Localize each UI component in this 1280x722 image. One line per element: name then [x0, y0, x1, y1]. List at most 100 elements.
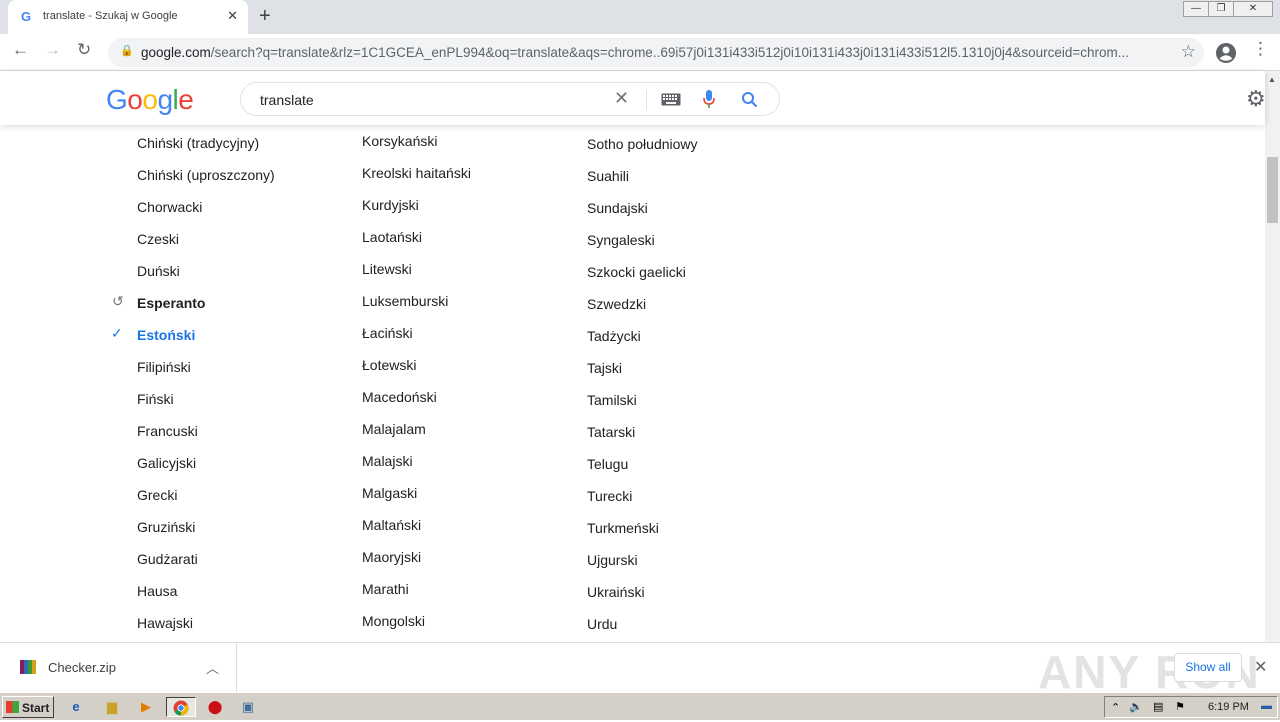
language-option[interactable]: Filipiński — [137, 359, 191, 375]
divider — [646, 90, 647, 110]
language-option[interactable]: Łaciński — [362, 325, 413, 341]
language-option[interactable]: Telugu — [587, 456, 628, 472]
language-option[interactable]: Duński — [137, 263, 180, 279]
close-download-bar-icon[interactable]: ✕ — [1254, 657, 1267, 677]
restore-button[interactable]: ❐ — [1208, 1, 1234, 17]
network-icon[interactable]: ▤ — [1153, 700, 1163, 713]
google-logo[interactable]: Google — [106, 84, 194, 116]
winrar-archive-icon — [20, 660, 36, 674]
scroll-up-arrow-icon[interactable]: ▲ — [1268, 75, 1276, 84]
opera-icon[interactable]: ⬤ — [203, 697, 227, 717]
language-option[interactable]: Malajski — [362, 453, 413, 469]
language-option[interactable]: Maltański — [362, 517, 421, 533]
language-option[interactable]: Urdu — [587, 616, 617, 632]
language-option[interactable]: Kreolski haitański — [362, 165, 471, 181]
volume-icon[interactable]: 🔈 — [1129, 700, 1143, 713]
language-option[interactable]: Macedoński — [362, 389, 437, 405]
language-option[interactable]: Chiński (uproszczony) — [137, 167, 275, 183]
language-option[interactable]: Litewski — [362, 261, 412, 277]
language-option[interactable]: Mongolski — [362, 613, 425, 629]
forward-arrow-icon[interactable]: → — [44, 40, 61, 60]
search-icon[interactable] — [741, 91, 758, 108]
language-option[interactable]: Francuski — [137, 423, 198, 439]
scrollbar-thumb[interactable] — [1267, 157, 1278, 223]
language-option[interactable]: Łotewski — [362, 357, 416, 373]
check-icon: ✓ — [111, 325, 123, 341]
folder-icon[interactable]: ▆ — [100, 697, 124, 717]
language-option[interactable]: Gruziński — [137, 519, 195, 535]
window-app-icon[interactable]: ▣ — [236, 697, 260, 717]
tab-title: translate - Szukaj w Google — [43, 10, 178, 22]
settings-gear-icon[interactable]: ⚙ — [1246, 86, 1266, 112]
language-option[interactable]: Luksemburski — [362, 293, 448, 309]
language-option[interactable]: Malajalam — [362, 421, 426, 437]
bookmark-star-icon[interactable]: ☆ — [1181, 42, 1196, 62]
language-option[interactable]: Czeski — [137, 231, 179, 247]
menu-kebab-icon[interactable]: ⋮ — [1252, 39, 1269, 59]
language-option[interactable]: Marathi — [362, 581, 409, 597]
language-option[interactable]: Tadżycki — [587, 328, 641, 344]
search-input[interactable]: translate — [260, 92, 314, 108]
language-option[interactable]: Ukraiński — [587, 584, 645, 600]
language-list: Chiński (tradycyjny) Chiński (uproszczony… — [0, 125, 1265, 642]
language-option[interactable]: Sundajski — [587, 200, 648, 216]
language-option[interactable]: Korsykański — [362, 133, 437, 149]
language-option[interactable]: Hawajski — [137, 615, 193, 631]
browser-toolbar: ← → ↻ 🔒 google.com/search?q=translate&rl… — [0, 34, 1280, 71]
language-option[interactable]: Suahili — [587, 168, 629, 184]
back-arrow-icon[interactable]: ← — [12, 40, 29, 60]
tab-close-icon[interactable]: ✕ — [227, 8, 238, 24]
media-player-icon[interactable]: ▶ — [134, 697, 158, 717]
tray-expand-icon[interactable]: ⌃ — [1111, 701, 1120, 714]
browser-tab[interactable]: G translate - Szukaj w Google ✕ — [8, 0, 248, 34]
search-box[interactable]: translate ✕ — [240, 82, 780, 116]
language-option[interactable]: Maoryjski — [362, 549, 421, 565]
language-option[interactable]: Syngaleski — [587, 232, 655, 248]
language-option[interactable]: Turecki — [587, 488, 632, 504]
windows-taskbar: Start e ▆ ▶ ⬤ ▣ ⌃ 🔈 ▤ ⚑ 6:19 PM ▬ — [0, 692, 1280, 720]
language-option[interactable]: Szkocki gaelicki — [587, 264, 686, 280]
chrome-taskbar-icon[interactable] — [166, 697, 196, 717]
language-option[interactable]: Sotho południowy — [587, 136, 698, 152]
language-option[interactable]: Tatarski — [587, 424, 635, 440]
language-option[interactable]: Esperanto — [137, 295, 205, 311]
language-option[interactable]: Grecki — [137, 487, 177, 503]
window-close-button[interactable]: ✕ — [1233, 1, 1273, 17]
new-tab-icon[interactable]: + — [259, 5, 271, 28]
keyboard-icon[interactable] — [661, 93, 681, 106]
address-bar[interactable]: 🔒 google.com/search?q=translate&rlz=1C1G… — [108, 38, 1204, 67]
language-option[interactable]: Kurdyjski — [362, 197, 419, 213]
url-text: google.com/search?q=translate&rlz=1C1GCE… — [141, 45, 1130, 60]
language-option[interactable]: Fiński — [137, 391, 174, 407]
reload-icon[interactable]: ↻ — [77, 40, 91, 60]
language-option[interactable]: Szwedzki — [587, 296, 646, 312]
microphone-icon[interactable] — [703, 90, 715, 109]
language-option[interactable]: Gudżarati — [137, 551, 198, 567]
clock: 6:19 PM — [1208, 701, 1249, 713]
download-item[interactable]: Checker.zip ︿ — [0, 643, 237, 692]
language-option[interactable]: Galicyjski — [137, 455, 196, 471]
action-center-flag-icon[interactable]: ⚑ — [1175, 700, 1185, 713]
internet-explorer-icon[interactable]: e — [64, 697, 88, 717]
language-option[interactable]: Estoński — [137, 327, 195, 343]
chevron-up-icon[interactable]: ︿ — [206, 658, 219, 677]
clear-search-icon[interactable]: ✕ — [614, 88, 629, 109]
download-bar: Checker.zip ︿ ANY RUN Show all ✕ — [0, 642, 1280, 698]
show-all-button[interactable]: Show all — [1174, 653, 1242, 682]
start-label: Start — [22, 701, 50, 715]
language-option[interactable]: Tajski — [587, 360, 622, 376]
history-icon: ↺ — [112, 293, 124, 309]
language-option[interactable]: Tamilski — [587, 392, 637, 408]
language-option[interactable]: Ujgurski — [587, 552, 638, 568]
start-button[interactable]: Start — [2, 696, 54, 718]
language-option[interactable]: Turkmeński — [587, 520, 659, 536]
language-option[interactable]: Laotański — [362, 229, 422, 245]
vertical-scrollbar[interactable]: ▲ — [1265, 71, 1280, 642]
language-option[interactable]: Hausa — [137, 583, 177, 599]
language-option[interactable]: Malgaski — [362, 485, 417, 501]
show-desktop-icon[interactable]: ▬ — [1261, 700, 1272, 712]
language-option[interactable]: Chiński (tradycyjny) — [137, 135, 259, 151]
profile-avatar-icon[interactable] — [1215, 42, 1237, 64]
language-option[interactable]: Chorwacki — [137, 199, 202, 215]
minimize-button[interactable]: — — [1183, 1, 1209, 17]
